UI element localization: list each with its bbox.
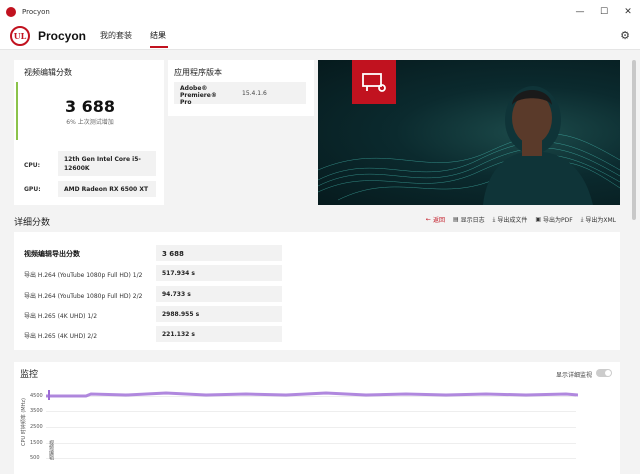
row-value-h264-1: 517.934 s [156, 265, 282, 281]
y-tick: 500 [30, 455, 40, 461]
detail-monitor-label: 显示详细监视 [555, 372, 592, 379]
version-box: Adobe® Premiere® Pro 15.4.1.6 [174, 82, 306, 106]
export-xml-button[interactable]: ⤓ 导出为XML [580, 215, 616, 225]
score-change-text: 6% 上次测试增加 [66, 119, 114, 126]
y-tick: 2500 [30, 424, 43, 430]
main-score: 3 688 [64, 97, 116, 116]
export-file-button[interactable]: ⤓ 导出成文件 [492, 215, 528, 225]
presentation-icon [352, 60, 396, 104]
show-log-button[interactable]: ▤ 显示日志 [453, 215, 485, 224]
scrollbar-thumb[interactable] [632, 60, 636, 220]
score-card-title: 视频编辑分数 [24, 68, 72, 77]
active-tab-indicator [150, 46, 168, 48]
page-scrollbar[interactable] [632, 60, 636, 470]
procyon-app-icon [6, 7, 16, 17]
window-titlebar: Procyon — ☐ ✕ [0, 0, 640, 24]
maximize-button[interactable]: ☐ [592, 0, 616, 24]
row-value-h264-2: 94.733 s [156, 286, 282, 302]
app-header: UL Procyon 我的套装 结果 ⚙ [0, 24, 640, 50]
download-icon: ⤓ [492, 215, 496, 223]
detail-monitor-toggle[interactable] [596, 369, 612, 377]
save-icon: ▣ [535, 216, 541, 223]
row-value-h265-2: 221.132 s [156, 326, 282, 342]
gear-icon[interactable]: ⚙ [620, 29, 630, 42]
score-indicator-bar [16, 82, 18, 140]
back-button[interactable]: ← 返回 [426, 215, 445, 224]
tab-results[interactable]: 结果 [150, 30, 166, 41]
export-pdf-button[interactable]: ▣ 导出为PDF [535, 215, 572, 224]
close-button[interactable]: ✕ [616, 0, 640, 24]
y-tick: 1500 [30, 440, 43, 446]
y-tick: 3500 [30, 408, 43, 414]
row-value-total: 3 688 [156, 245, 282, 261]
row-label-h264-2: 导出 H.264 (YouTube 1080p Full HD) 2/2 [24, 293, 143, 300]
row-label-h264-1: 导出 H.264 (YouTube 1080p Full HD) 1/2 [24, 272, 143, 279]
minimize-button[interactable]: — [568, 0, 592, 24]
app-version: 15.4.1.6 [242, 90, 267, 97]
grid-line [46, 411, 576, 412]
monitor-title: 监控 [20, 370, 39, 380]
window-controls: — ☐ ✕ [568, 0, 640, 24]
doc-icon: ▤ [452, 216, 459, 223]
brand-name: Procyon [38, 29, 87, 43]
grid-line [46, 458, 576, 459]
ul-logo: UL [10, 26, 30, 46]
version-card-title: 应用程序版本 [174, 68, 222, 77]
row-label-h265-1: 导出 H.265 (4K UHD) 1/2 [24, 313, 98, 320]
detail-actions: ← 返回 ▤ 显示日志 ⤓ 导出成文件 ▣ 导出为PDF ⤓ 导出为XML [426, 215, 616, 225]
hero-image [318, 60, 620, 205]
row-value-h265-1: 2988.955 s [156, 306, 282, 322]
row-label-total: 视频编辑导出分数 [24, 250, 80, 258]
back-arrow-icon: ← [425, 216, 431, 223]
cpu-label: CPU: [24, 162, 41, 169]
tab-my-suites[interactable]: 我的套装 [100, 30, 132, 41]
gpu-value: AMD Radeon RX 6500 XT [58, 181, 156, 197]
grid-line [46, 427, 576, 428]
cpu-value: 12th Gen Intel Core i5-12600K [58, 151, 156, 176]
download-icon: ⤓ [580, 215, 584, 223]
gpu-label: GPU: [24, 186, 41, 193]
y-axis-title: CPU 时钟频率 (MHz) [21, 398, 27, 446]
y-tick: 4500 [30, 393, 43, 399]
app-name: Adobe® Premiere® Pro [180, 85, 217, 106]
window-title: Procyon [22, 8, 50, 16]
monitor-side-label: 视频编辑 [48, 440, 54, 460]
row-label-h265-2: 导出 H.265 (4K UHD) 2/2 [24, 333, 98, 340]
cpu-clock-line [46, 390, 578, 400]
detail-section-title: 详细分数 [14, 218, 51, 228]
grid-line [46, 443, 576, 444]
